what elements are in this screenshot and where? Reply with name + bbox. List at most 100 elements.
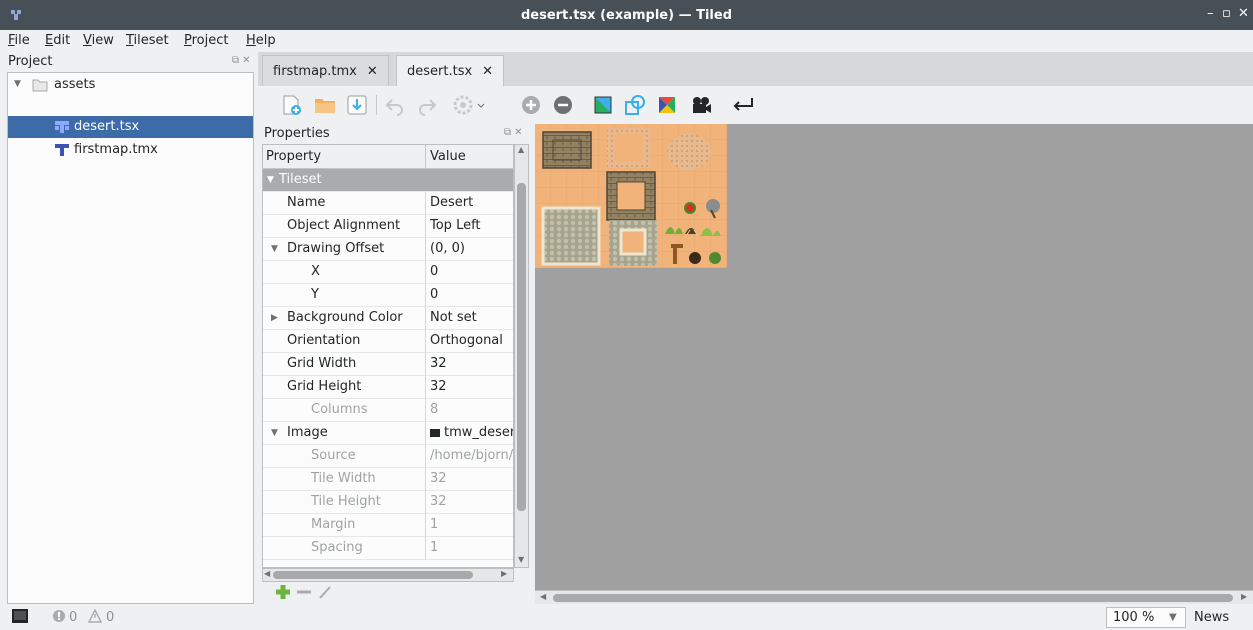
wangset-icon[interactable] — [656, 94, 678, 116]
remove-property-icon[interactable] — [296, 584, 312, 600]
status-bar: 0 0 100 % ▼ News — [0, 604, 1253, 630]
menu-edit[interactable]: Edit — [45, 33, 70, 48]
chevron-down-icon[interactable]: ▼ — [271, 428, 278, 438]
title-bar: desert.tsx (example) — Tiled – ▫ ✕ — [0, 0, 1253, 30]
properties-vertical-scrollbar[interactable]: ▲ ▼ — [514, 144, 529, 568]
tab-desert[interactable]: desert.tsx ✕ — [396, 55, 505, 86]
property-name: Image — [287, 425, 328, 440]
property-row: Margin 1 — [263, 514, 513, 537]
property-name: Grid Width — [287, 356, 357, 371]
tileset-image[interactable] — [535, 124, 727, 268]
chevron-down-icon[interactable]: ▼ — [1169, 612, 1177, 623]
property-value[interactable]: 0 — [430, 264, 513, 279]
tileset-toolbar — [258, 86, 1253, 124]
menu-view[interactable]: View — [83, 33, 114, 48]
property-value: 1 — [430, 540, 439, 555]
folder-icon — [32, 79, 48, 92]
properties-horizontal-scrollbar[interactable]: ◀ ▶ — [262, 568, 514, 582]
tab-firstmap[interactable]: firstmap.tmx ✕ — [262, 55, 389, 86]
properties-title: Properties — [264, 126, 330, 141]
animation-icon[interactable] — [690, 94, 712, 116]
zoom-select[interactable]: 100 % ▼ — [1106, 607, 1186, 628]
tree-item-assets[interactable]: ▼ assets — [8, 74, 253, 96]
menu-help[interactable]: Help — [246, 33, 276, 48]
float-dock-icon[interactable]: ⧉ — [232, 55, 242, 66]
property-row[interactable]: Orientation Orthogonal — [263, 330, 513, 353]
property-row[interactable]: Object Alignment Top Left — [263, 215, 513, 238]
menu-file[interactable]: File — [8, 33, 30, 48]
tileset-view[interactable] — [535, 124, 1253, 590]
tree-item-desert-tsx[interactable]: desert.tsx — [8, 116, 253, 138]
dynamic-wrap-icon[interactable] — [730, 94, 756, 116]
rename-property-icon[interactable] — [318, 584, 332, 600]
property-value[interactable]: 0 — [430, 287, 513, 302]
property-value: 32 — [430, 494, 447, 509]
property-row[interactable]: ▼ Drawing Offset (0, 0) — [263, 238, 513, 261]
map-file-icon — [55, 144, 69, 156]
property-value[interactable]: Not set — [430, 310, 513, 325]
scroll-up-icon[interactable]: ▲ — [518, 145, 524, 154]
news-button[interactable]: News — [1194, 610, 1229, 625]
new-tileset-icon[interactable] — [280, 94, 302, 116]
scroll-right-icon[interactable]: ▶ — [501, 569, 507, 578]
value-column-header[interactable]: Value — [430, 149, 466, 164]
close-tab-icon[interactable]: ✕ — [482, 64, 493, 79]
error-icon[interactable] — [52, 609, 66, 623]
chevron-down-icon[interactable]: ▼ — [271, 244, 278, 254]
add-tiles-icon[interactable] — [520, 94, 542, 116]
scrollbar-thumb[interactable] — [273, 571, 473, 579]
property-row[interactable]: Y0 — [263, 284, 513, 307]
minimize-button[interactable]: – — [1207, 6, 1214, 21]
property-row[interactable]: ▼ Image tmw_deser — [263, 422, 513, 445]
property-value[interactable]: 32 — [430, 379, 513, 394]
terrain-icon[interactable] — [592, 94, 614, 116]
group-tileset[interactable]: ▼ Tileset — [263, 169, 513, 192]
close-window-button[interactable]: ✕ — [1238, 6, 1249, 21]
property-row[interactable]: X0 — [263, 261, 513, 284]
property-row[interactable]: Name Desert — [263, 192, 513, 215]
redo-icon[interactable] — [416, 94, 438, 116]
collision-icon[interactable] — [624, 94, 646, 116]
console-icon[interactable] — [12, 609, 28, 623]
property-row[interactable]: Grid Height 32 — [263, 376, 513, 399]
property-column-header[interactable]: Property — [266, 149, 321, 164]
close-dock-icon[interactable]: ✕ — [514, 127, 525, 138]
maximize-button[interactable]: ▫ — [1222, 6, 1231, 21]
warning-icon[interactable] — [88, 609, 102, 623]
property-name: Orientation — [287, 333, 361, 348]
scroll-down-icon[interactable]: ▼ — [518, 555, 524, 564]
scroll-left-icon[interactable]: ◀ — [540, 592, 546, 601]
property-value[interactable]: tmw_deser — [444, 425, 513, 440]
scroll-right-icon[interactable]: ▶ — [1241, 592, 1247, 601]
save-icon[interactable] — [346, 94, 368, 116]
chevron-right-icon[interactable]: ▶ — [271, 313, 278, 323]
property-row: Tile Height 32 — [263, 491, 513, 514]
float-dock-icon[interactable]: ⧉ — [504, 127, 514, 138]
close-dock-icon[interactable]: ✕ — [242, 55, 253, 66]
property-row[interactable]: ▶ Background Color Not set — [263, 307, 513, 330]
scroll-left-icon[interactable]: ◀ — [264, 569, 270, 578]
undo-icon[interactable] — [384, 94, 406, 116]
property-value[interactable]: 32 — [430, 356, 513, 371]
scrollbar-thumb[interactable] — [553, 594, 1233, 602]
scrollbar-thumb[interactable] — [517, 183, 526, 511]
tileset-horizontal-scrollbar[interactable]: ◀ ▶ — [535, 590, 1253, 604]
menu-tileset[interactable]: Tileset — [126, 33, 169, 48]
chevron-down-icon[interactable]: ▼ — [267, 175, 274, 185]
project-dock-title: Project — [8, 54, 53, 69]
remove-tiles-icon[interactable] — [552, 94, 574, 116]
chevron-down-icon[interactable]: ▼ — [14, 79, 21, 89]
open-icon[interactable] — [314, 94, 336, 116]
close-tab-icon[interactable]: ✕ — [367, 64, 378, 79]
properties-header: Property Value — [263, 145, 513, 169]
property-value[interactable]: Top Left — [430, 218, 513, 233]
property-value[interactable]: Orthogonal — [430, 333, 513, 348]
property-value[interactable]: Desert — [430, 195, 513, 210]
tree-item-firstmap-tmx[interactable]: firstmap.tmx — [8, 139, 253, 161]
menu-project[interactable]: Project — [184, 33, 229, 48]
menu-bar: File Edit View Tileset Project Help — [0, 30, 1253, 52]
property-value[interactable]: (0, 0) — [430, 241, 513, 256]
settings-icon[interactable] — [452, 94, 488, 116]
add-property-icon[interactable] — [274, 584, 292, 600]
property-row[interactable]: Grid Width 32 — [263, 353, 513, 376]
